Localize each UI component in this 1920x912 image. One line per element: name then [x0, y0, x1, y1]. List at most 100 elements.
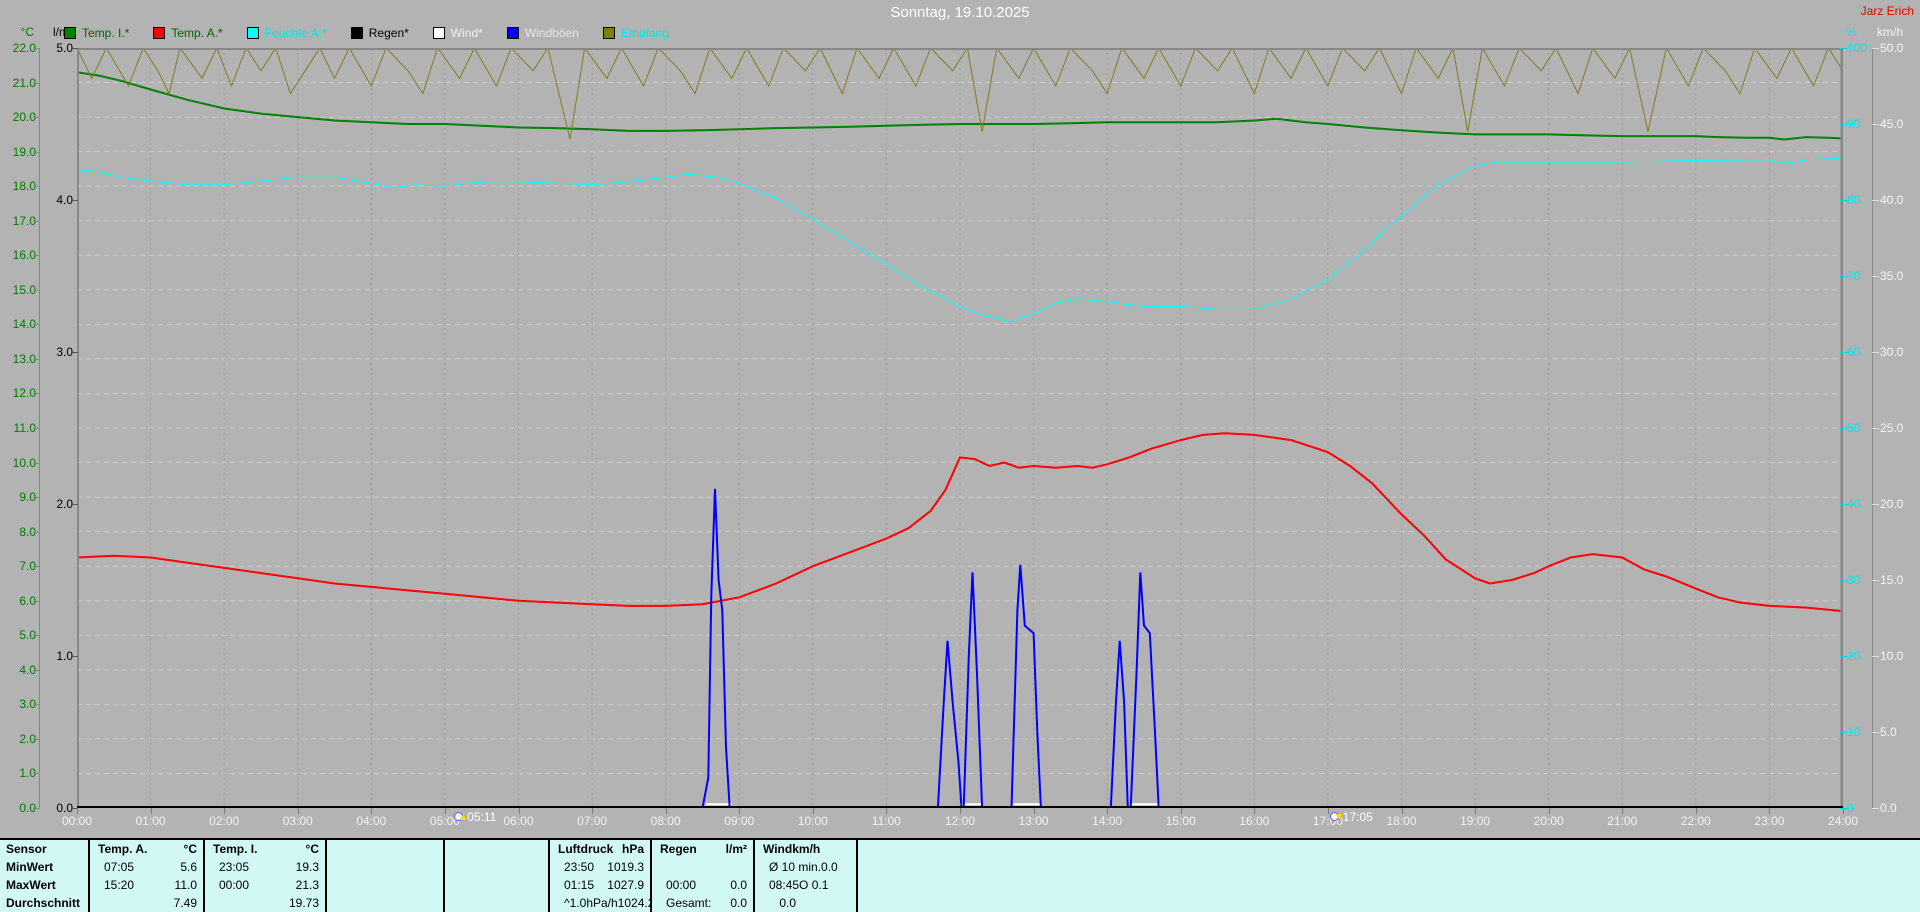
table-col-empty-3 [856, 840, 1075, 912]
table-col-temp-a: Temp. A. °C 07:05 5.6 15:20 11.0 7.49 [88, 840, 203, 912]
tick-mark-wind [1872, 124, 1879, 125]
tick-mark-temp [33, 462, 40, 464]
axis-unit-humidity: % [1846, 25, 1857, 39]
tick-mark-rain [71, 200, 78, 201]
series-line-windb-en [701, 488, 731, 808]
legend-label: Feuchte A.* [264, 26, 327, 40]
axis-unit-wind: km/h [1877, 25, 1904, 39]
tick-label-hour: 04:00 [356, 814, 387, 828]
legend-item-temp-a-[interactable]: Temp. A.* [153, 26, 223, 40]
tick-label-hour: 00:00 [61, 814, 93, 828]
table-cell: ^1.0hPa/h [564, 896, 618, 910]
tick-mark-hum [1840, 428, 1848, 429]
legend-label: Windböen [524, 26, 579, 40]
table-cell: Durchschnitt [6, 896, 81, 910]
tick-mark-temp [33, 151, 40, 153]
table-cell: 5.6 [180, 860, 197, 874]
tick-label-wind: 10.0 [1880, 649, 1904, 663]
legend-swatch-icon [602, 27, 615, 39]
tick-label-hum: 40 [1847, 497, 1861, 511]
tick-label-temp: 0.0 [19, 801, 36, 815]
legend-swatch-icon [246, 27, 259, 39]
table-col-regen: Regen l/m² 00:00 0.0 Gesamt: 0.0 [650, 840, 753, 912]
sun-marker-rise: ▲ 05:11 [454, 810, 496, 824]
table-cell: 1024.2 [617, 896, 650, 910]
tick-mark-hour [739, 808, 741, 814]
tick-label-hour: 03:00 [282, 814, 313, 828]
tick-label-temp: 8.0 [19, 524, 36, 539]
tick-label-hum: 0 [1847, 801, 1854, 815]
tick-label-temp: 5.0 [19, 628, 36, 643]
table-cell: Gesamt: [666, 896, 712, 910]
arrow-down-icon: ▼ [1333, 811, 1345, 823]
tick-mark-temp [33, 220, 40, 222]
legend-item-empfang[interactable]: Empfang [602, 26, 669, 40]
tick-label-wind: 5.0 [1880, 725, 1897, 739]
tick-mark-temp [33, 358, 40, 360]
sunrise-icon: ▲ [454, 810, 469, 824]
tick-label-hum: 80 [1847, 193, 1861, 207]
tick-mark-temp [33, 186, 40, 188]
tick-label-hour: 23:00 [1754, 814, 1785, 828]
legend-item-regen-[interactable]: Regen* [350, 26, 409, 40]
tick-label-temp: 20.0 [12, 110, 36, 125]
tick-mark-hour [1033, 808, 1035, 814]
tick-label-wind: 50.0 [1880, 41, 1904, 55]
tick-label-hour: 10:00 [797, 814, 828, 828]
table-cell: Ø 10 min. [769, 860, 822, 874]
tick-mark-hour [77, 808, 78, 814]
tick-label-temp: 3.0 [19, 697, 36, 712]
tick-mark-wind [1872, 504, 1879, 505]
legend-item-feuchte-a-[interactable]: Feuchte A.* [246, 26, 327, 40]
tick-label-hour: 12:00 [944, 814, 976, 828]
tick-label-hum: 10 [1847, 725, 1861, 739]
tick-label-temp: 16.0 [12, 248, 36, 263]
tick-label-rain: 0.0 [56, 801, 73, 815]
tick-label-temp: 19.0 [12, 144, 36, 159]
tick-label-wind: 15.0 [1880, 573, 1904, 587]
table-cell: 19.3 [295, 860, 319, 874]
tick-mark-hour [1548, 808, 1550, 814]
legend-swatch-icon [153, 27, 166, 39]
tick-label-temp: 17.0 [12, 213, 36, 228]
legend-item-wind-[interactable]: Wind* [432, 26, 483, 40]
tick-mark-hum [1840, 124, 1848, 125]
tick-label-temp: 14.0 [12, 317, 36, 332]
tick-mark-hum [1840, 48, 1848, 49]
table-col-empty-2 [443, 840, 548, 912]
tick-label-hour: 02:00 [209, 814, 240, 828]
tick-mark-hour [224, 808, 226, 814]
table-cell: 0.0 [821, 860, 838, 874]
table-cell: 00:00 [666, 878, 697, 892]
tick-mark-temp [33, 428, 40, 429]
tick-mark-hour [1107, 808, 1109, 814]
tick-label-hour: 21:00 [1607, 814, 1638, 828]
legend-item-windb-en[interactable]: Windböen [506, 26, 579, 40]
tick-label-wind: 25.0 [1880, 421, 1904, 435]
legend-swatch-icon [432, 27, 445, 39]
table-cell: MaxWert [6, 878, 56, 892]
tick-mark-temp [33, 600, 40, 602]
legend-item-temp-i-[interactable]: Temp. I.* [64, 26, 129, 40]
tick-label-temp: 10.0 [12, 455, 36, 470]
table-cell: Temp. I. [213, 842, 258, 856]
statistics-table: Sensor MinWert MaxWert Durchschnitt Temp… [0, 838, 1920, 912]
tick-label-hour: 09:00 [724, 814, 755, 828]
table-cell: 21.3 [295, 878, 319, 892]
table-col-luftdruck: Luftdruck hPa 23:50 1019.3 01:15 1027.9 ^1.… [548, 840, 650, 912]
tick-mark-temp [33, 255, 40, 257]
tick-label-hour: 20:00 [1533, 814, 1564, 828]
tick-label-temp: 9.0 [19, 490, 36, 505]
table-cell: °C [183, 842, 197, 856]
tick-mark-wind [1872, 656, 1879, 657]
sun-marker-set: ▼ 17:05 [1329, 810, 1373, 824]
tick-label-wind: 20.0 [1880, 497, 1904, 511]
table-col-empty-1 [325, 840, 443, 912]
tick-mark-hour [886, 808, 888, 814]
legend-label: Regen* [368, 26, 409, 40]
table-cell: 0.0 [779, 896, 796, 910]
tick-mark-temp [33, 566, 40, 568]
table-cell: Regen [660, 842, 697, 856]
tick-label-temp: 12.0 [12, 386, 36, 401]
tick-label-temp: 11.0 [13, 421, 36, 435]
